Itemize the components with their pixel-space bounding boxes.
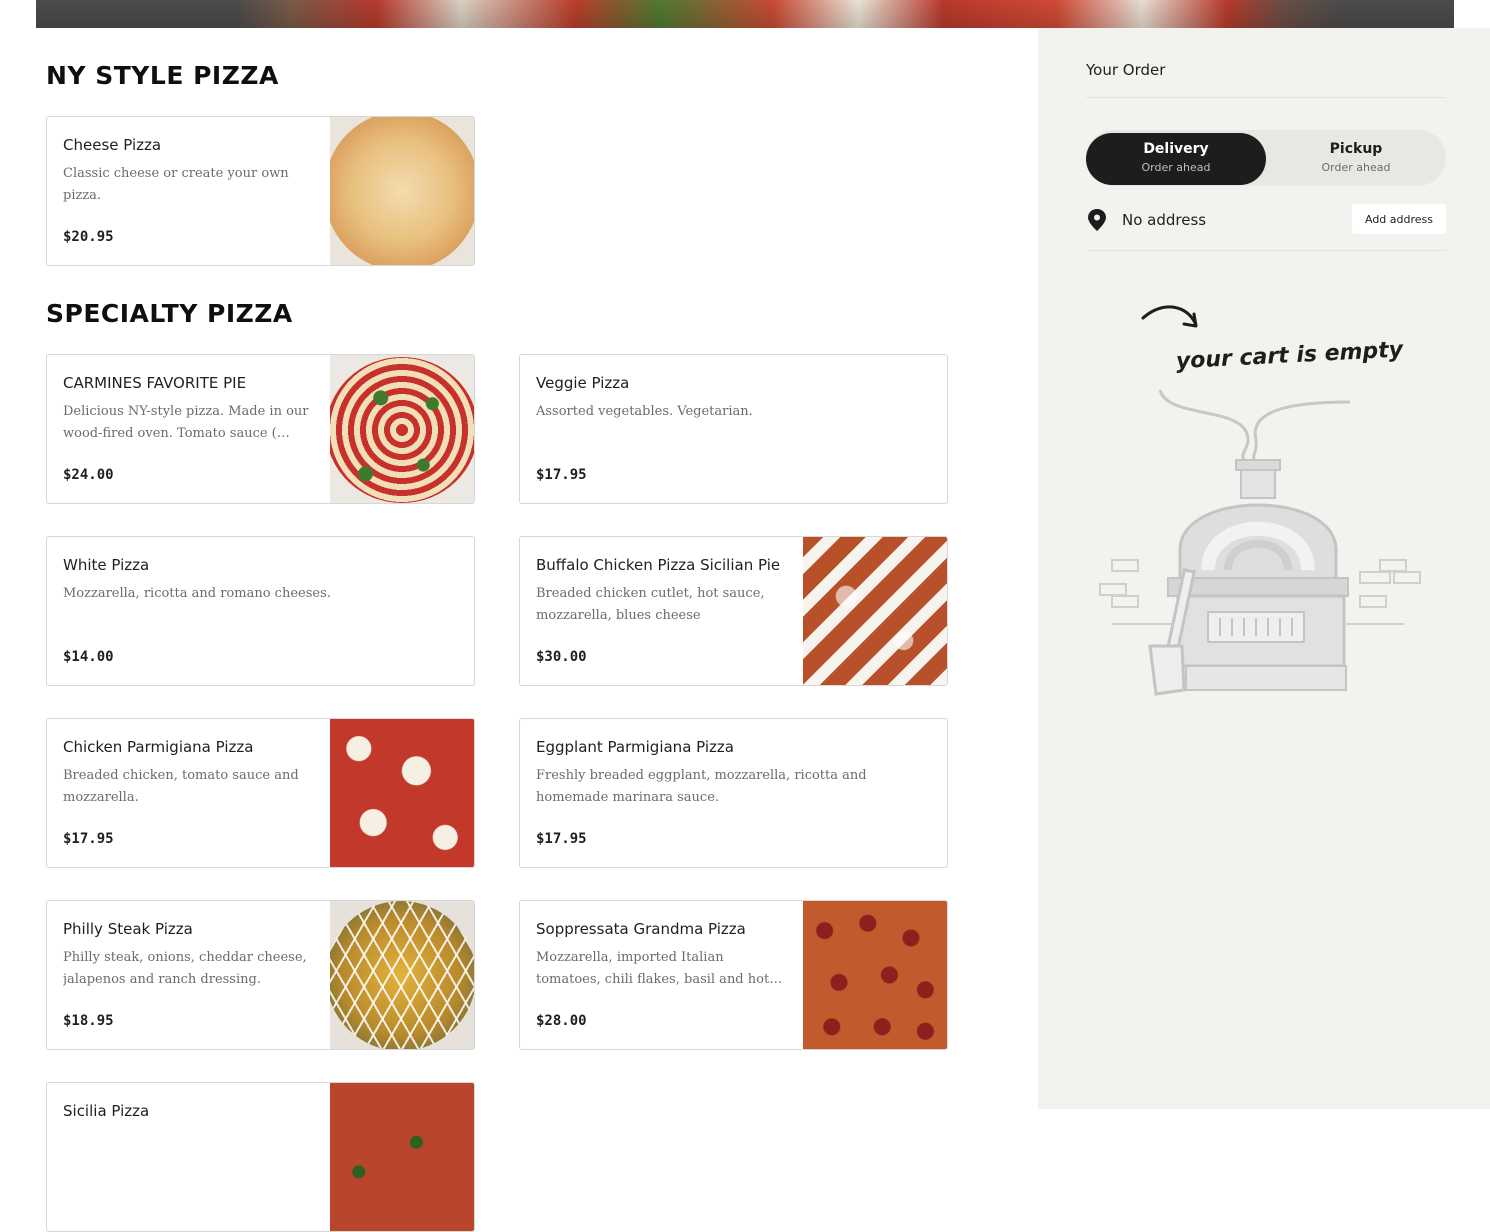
- menu-item-price: $14.00: [63, 649, 114, 665]
- menu-item-description: Philly steak, onions, cheddar cheese, ja…: [63, 950, 307, 987]
- menu-item-price: $20.95: [63, 229, 114, 245]
- pickup-label: Pickup: [1329, 141, 1383, 157]
- menu-item-name: Eggplant Parmigiana Pizza: [536, 738, 734, 756]
- menu-item-description: Assorted vegetables. Vegetarian.: [536, 404, 753, 419]
- menu-item-description: Classic cheese or create your own pizza.: [63, 166, 289, 203]
- menu-item-description: Delicious NY-style pizza. Made in our wo…: [63, 404, 309, 441]
- menu-item-card[interactable]: Cheese Pizza Classic cheese or create yo…: [46, 116, 475, 266]
- menu-item-name: CARMINES FAVORITE PIE: [63, 374, 247, 392]
- section-title-ny-style: NY STYLE PIZZA: [46, 61, 279, 90]
- sicilia-pizza-photo: [330, 1083, 474, 1231]
- menu-item-description: Mozzarella, imported Italian tomatoes, c…: [536, 950, 770, 987]
- chicken-parmigiana-pizza-photo: [330, 719, 474, 867]
- menu-item-price: $28.00: [536, 1013, 587, 1029]
- order-sidebar: Your Order Delivery Order ahead Pickup O…: [1038, 28, 1490, 1109]
- pickup-sublabel: Order ahead: [1321, 161, 1391, 174]
- map-pin-icon: [1088, 209, 1106, 231]
- cheese-pizza-photo: [330, 117, 474, 265]
- menu-item-card[interactable]: CARMINES FAVORITE PIE Delicious NY-style…: [46, 354, 475, 504]
- menu-item-name: Chicken Parmigiana Pizza: [63, 738, 254, 756]
- menu-item-description: Breaded chicken cutlet, hot sauce, mozza…: [536, 586, 765, 623]
- address-row: No address Add address: [1086, 200, 1446, 240]
- menu-item-price: $18.95: [63, 1013, 114, 1029]
- pickup-option[interactable]: Pickup Order ahead: [1266, 133, 1446, 185]
- carmines-favorite-pie-photo: [330, 355, 474, 503]
- menu-item-description: Mozzarella, ricotta and romano cheeses.: [63, 586, 331, 601]
- section-title-specialty: SPECIALTY PIZZA: [46, 299, 293, 328]
- menu-item-name: Veggie Pizza: [536, 374, 630, 392]
- divider: [1086, 97, 1446, 98]
- add-address-button[interactable]: Add address: [1352, 204, 1446, 234]
- menu-item-name: Sicilia Pizza: [63, 1102, 150, 1120]
- menu-item-card[interactable]: White Pizza Mozzarella, ricotta and roma…: [46, 536, 475, 686]
- buffalo-chicken-pizza-photo: [803, 537, 947, 685]
- menu-item-name: Philly Steak Pizza: [63, 920, 193, 938]
- menu-item-name: Soppressata Grandma Pizza: [536, 920, 746, 938]
- order-title: Your Order: [1086, 61, 1166, 79]
- menu-item-name: White Pizza: [63, 556, 150, 574]
- menu-item-price: $17.95: [63, 831, 114, 847]
- menu-item-name: Buffalo Chicken Pizza Sicilian Pie: [536, 556, 781, 574]
- arrow-icon: [1141, 305, 1198, 327]
- delivery-option[interactable]: Delivery Order ahead: [1086, 133, 1266, 185]
- menu-item-name: Cheese Pizza: [63, 136, 162, 154]
- menu-item-price: $24.00: [63, 467, 114, 483]
- menu-item-card[interactable]: Buffalo Chicken Pizza Sicilian Pie Bread…: [519, 536, 948, 686]
- menu-item-card[interactable]: Veggie Pizza Assorted vegetables. Vegeta…: [519, 354, 948, 504]
- menu-item-card[interactable]: Eggplant Parmigiana Pizza Freshly breade…: [519, 718, 948, 868]
- menu-item-card[interactable]: Sicilia Pizza: [46, 1082, 475, 1232]
- menu-list: NY STYLE PIZZA Cheese Pizza Classic chee…: [0, 28, 1038, 1232]
- empty-cart-illustration: your cart is empty: [1099, 305, 1421, 696]
- menu-item-description: Breaded chicken, tomato sauce and mozzar…: [63, 768, 299, 805]
- menu-item-card[interactable]: Soppressata Grandma Pizza Mozzarella, im…: [519, 900, 948, 1050]
- address-text: No address: [1122, 211, 1207, 229]
- order-mode-toggle: Delivery Order ahead Pickup Order ahead: [1086, 130, 1446, 186]
- hero-banner-image: [36, 0, 1454, 28]
- menu-item-price: $30.00: [536, 649, 587, 665]
- menu-item-card[interactable]: Philly Steak Pizza Philly steak, onions,…: [46, 900, 475, 1050]
- philly-steak-pizza-photo: [330, 901, 474, 1049]
- delivery-label: Delivery: [1143, 141, 1209, 157]
- menu-item-price: $17.95: [536, 467, 587, 483]
- menu-item-price: $17.95: [536, 831, 587, 847]
- soppressata-grandma-pizza-photo: [803, 901, 947, 1049]
- menu-item-description: Freshly breaded eggplant, mozzarella, ri…: [536, 768, 867, 805]
- divider: [1086, 250, 1446, 251]
- empty-cart-message: your cart is empty: [1175, 337, 1405, 374]
- delivery-sublabel: Order ahead: [1141, 161, 1211, 174]
- menu-item-card[interactable]: Chicken Parmigiana Pizza Breaded chicken…: [46, 718, 475, 868]
